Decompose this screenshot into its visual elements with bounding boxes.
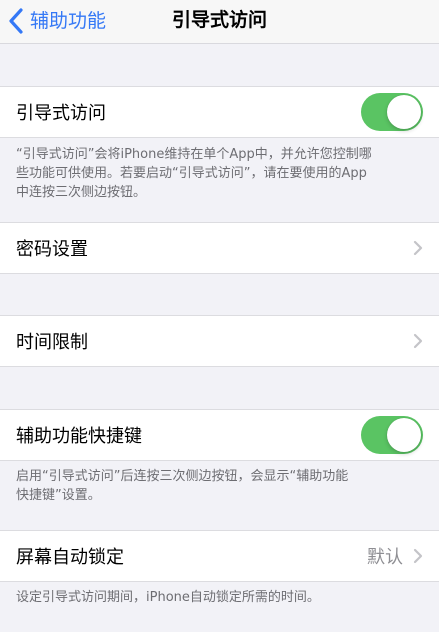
passcode-settings-row[interactable]: 密码设置 bbox=[0, 223, 439, 273]
footer-line: 些功能可供使用。若要启动“引导式访问”，请在要使用的App bbox=[16, 166, 367, 181]
auto-lock-group: 屏幕自动锁定 默认 bbox=[0, 530, 439, 582]
auto-lock-value: 默认 bbox=[367, 547, 403, 568]
guided-access-toggle[interactable] bbox=[361, 93, 423, 131]
footer-line: “引导式访问”会将iPhone维持在单个App中，并允许您控制哪 bbox=[16, 147, 372, 162]
accessibility-shortcut-label: 辅助功能快捷键 bbox=[16, 426, 142, 447]
auto-lock-footer: 设定引导式访问期间，iPhone自动锁定所需的时间。 bbox=[16, 588, 416, 607]
accessibility-shortcut-footer: 启用“引导式访问”后连按三次侧边按钮，会显示“辅助功能 快捷键”设置。 bbox=[16, 467, 416, 505]
guided-access-footer: “引导式访问”会将iPhone维持在单个App中，并允许您控制哪 些功能可供使用… bbox=[16, 145, 416, 202]
accessibility-shortcut-toggle[interactable] bbox=[361, 416, 423, 454]
toggle-knob bbox=[387, 95, 421, 129]
guided-access-group: 引导式访问 bbox=[0, 86, 439, 138]
time-limits-group: 时间限制 bbox=[0, 315, 439, 367]
footer-line: 启用“引导式访问”后连按三次侧边按钮，会显示“辅助功能 bbox=[16, 469, 349, 484]
navigation-bar: 辅助功能 引导式访问 bbox=[0, 0, 439, 44]
chevron-right-icon bbox=[413, 333, 423, 349]
chevron-right-icon bbox=[413, 548, 423, 564]
auto-lock-label: 屏幕自动锁定 bbox=[16, 547, 124, 568]
footer-line: 设定引导式访问期间，iPhone自动锁定所需的时间。 bbox=[16, 590, 320, 605]
time-limits-row[interactable]: 时间限制 bbox=[0, 316, 439, 366]
guided-access-row: 引导式访问 bbox=[0, 87, 439, 137]
footer-line: 中连按三次侧边按钮。 bbox=[16, 185, 147, 200]
chevron-right-icon bbox=[413, 240, 423, 256]
accessibility-shortcut-row: 辅助功能快捷键 bbox=[0, 410, 439, 460]
passcode-settings-label: 密码设置 bbox=[16, 239, 88, 260]
auto-lock-row[interactable]: 屏幕自动锁定 默认 bbox=[0, 531, 439, 581]
back-button[interactable]: 辅助功能 bbox=[6, 6, 106, 36]
footer-line: 快捷键”设置。 bbox=[16, 488, 101, 503]
chevron-left-icon bbox=[9, 8, 23, 34]
guided-access-label: 引导式访问 bbox=[16, 103, 106, 124]
back-button-label: 辅助功能 bbox=[30, 10, 107, 32]
passcode-group: 密码设置 bbox=[0, 222, 439, 274]
accessibility-shortcut-group: 辅助功能快捷键 bbox=[0, 409, 439, 461]
time-limits-label: 时间限制 bbox=[16, 332, 88, 353]
toggle-knob bbox=[387, 418, 421, 452]
